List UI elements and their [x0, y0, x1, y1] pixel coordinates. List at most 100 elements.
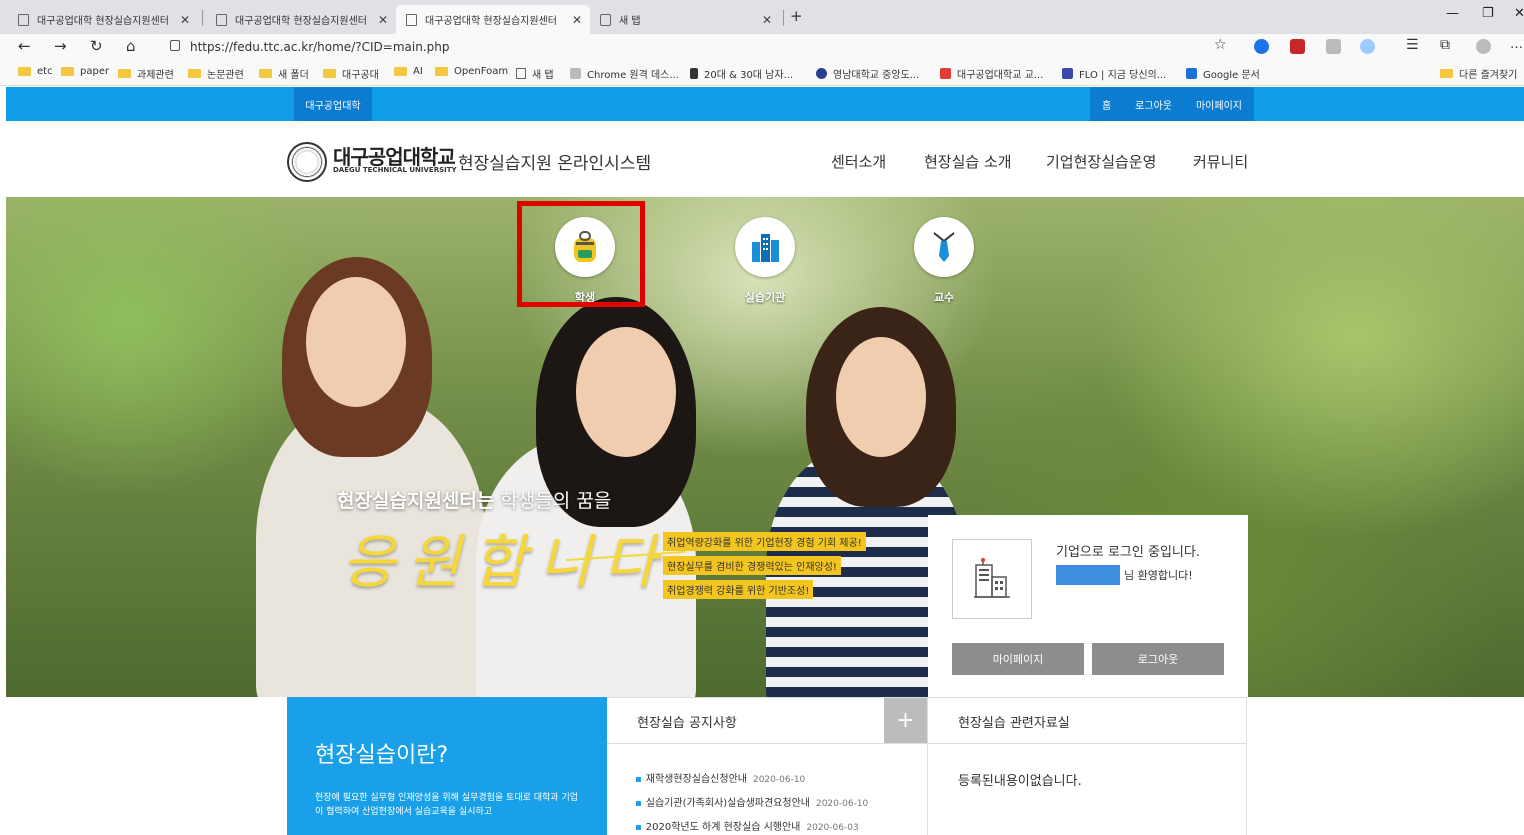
logout-button[interactable]: 로그아웃: [1092, 643, 1224, 675]
folder-icon: [394, 67, 407, 76]
bookmark-item[interactable]: AI: [394, 66, 423, 77]
tab-title: 대구공업대학 현장실습지원센터: [37, 16, 169, 27]
close-icon[interactable]: ✕: [572, 13, 582, 27]
bookmark-item[interactable]: 새 폴더: [259, 66, 309, 81]
browser-tab-active[interactable]: 대구공업대학 현장실습지원센터 ✕: [396, 5, 590, 34]
menu-company-practice[interactable]: 기업현장실습운영: [1046, 151, 1156, 172]
about-practice-panel: 현장실습이란? 현장에 필요한 실무형 인재양성을 위해 실무경험을 토대로 대…: [287, 697, 607, 835]
bookmark-item[interactable]: 20대 & 30대 남자...: [690, 66, 793, 81]
redacted-name: [1056, 565, 1120, 585]
bullet-icon: ▪: [635, 774, 642, 785]
favorite-star-icon[interactable]: ☆: [1214, 37, 1227, 53]
bookmark-label: FLO | 지금 당신의...: [1079, 70, 1167, 81]
bookmark-label: OpenFoam: [454, 66, 509, 77]
bookmark-label: 새 폴더: [278, 70, 309, 81]
browser-tab[interactable]: 새 탭 ✕: [590, 5, 780, 34]
menu-community[interactable]: 커뮤니티: [1193, 151, 1248, 172]
university-seal-icon[interactable]: [287, 142, 327, 182]
home-link[interactable]: 홈: [1102, 97, 1111, 112]
bookmark-label: 영남대학교 중앙도...: [833, 70, 920, 81]
profile-icon[interactable]: [1476, 39, 1491, 54]
bookmark-item[interactable]: Chrome 원격 데스...: [570, 66, 679, 81]
bookmark-label: Google 문서: [1203, 70, 1260, 81]
extension-icon[interactable]: [1254, 39, 1269, 54]
bookmark-item[interactable]: 대구공대: [323, 66, 379, 81]
necktie-icon[interactable]: [914, 217, 974, 277]
folder-icon: [259, 69, 272, 78]
tab-title: 새 탭: [619, 16, 641, 27]
menu-center-intro[interactable]: 센터소개: [831, 151, 886, 172]
bookmark-item[interactable]: paper: [61, 66, 109, 77]
close-window-icon[interactable]: ✕: [1514, 6, 1524, 21]
bookmark-item[interactable]: etc: [18, 66, 53, 77]
close-icon[interactable]: ✕: [180, 13, 190, 27]
university-home-link[interactable]: 대구공업대학: [294, 87, 372, 121]
tab-separator: [783, 10, 784, 26]
other-bookmarks[interactable]: 다른 즐겨찾기: [1440, 66, 1517, 81]
refresh-icon[interactable]: ↻: [90, 37, 103, 55]
archive-empty-message: 등록된내용이없습니다.: [958, 774, 1082, 789]
bookmark-item[interactable]: 논문관련: [188, 66, 244, 81]
notice-item[interactable]: ▪ 재학생현장실습신청안내 2020-06-10: [635, 770, 868, 785]
tab-title: 대구공업대학 현장실습지원센터: [425, 16, 557, 27]
page-icon: [216, 13, 227, 26]
bookmark-label: Chrome 원격 데스...: [587, 70, 679, 81]
notice-item[interactable]: ▪ 2020학년도 하계 현장실습 시행안내 2020-06-03: [635, 818, 868, 833]
role-professor[interactable]: 교수: [914, 217, 974, 305]
favorites-icon[interactable]: ☰: [1406, 37, 1419, 53]
bookmark-item[interactable]: OpenFoam: [435, 66, 508, 77]
bookmark-item[interactable]: 과제관련: [118, 66, 174, 81]
slogan-rest: 학생들의 꿈을: [494, 490, 612, 512]
minimize-icon[interactable]: —: [1446, 6, 1459, 21]
mypage-button[interactable]: 마이페이지: [952, 643, 1084, 675]
notice-item-title: 2020학년도 하계 현장실습 시행안내: [645, 822, 801, 833]
url-field[interactable]: https://fedu.ttc.ac.kr/home/?CID=main.ph…: [190, 40, 449, 54]
bookmark-item[interactable]: Google 문서: [1186, 66, 1260, 81]
forward-icon[interactable]: →: [54, 37, 67, 55]
extension-icon[interactable]: [1290, 39, 1305, 54]
menu-practice-intro[interactable]: 현장실습 소개: [924, 151, 1012, 172]
extension-icon[interactable]: [1360, 39, 1375, 54]
browser-tab[interactable]: 대구공업대학 현장실습지원센터 ✕: [206, 5, 396, 34]
archive-panel: 현장실습 관련자료실 등록된내용이없습니다.: [927, 697, 1247, 835]
site-header: 대구공업대학교 DAEGU TECHNICAL UNIVERSITY 현장실습지…: [6, 121, 1524, 197]
site-top-bar: 대구공업대학 홈 로그아웃 마이페이지: [6, 87, 1524, 121]
collections-icon[interactable]: ⧉: [1440, 37, 1450, 53]
building-icon[interactable]: [735, 217, 795, 277]
restore-icon[interactable]: ❐: [1482, 6, 1494, 21]
close-icon[interactable]: ✕: [762, 13, 772, 27]
bookmarks-bar: etc paper 과제관련 논문관련 새 폴더 대구공대 AI OpenFoa…: [0, 60, 1524, 86]
notice-item[interactable]: ▪ 실습기관(가족회사)실습생파견요청안내 2020-06-10: [635, 794, 868, 809]
bookmark-item[interactable]: 대구공업대학교 교...: [940, 66, 1043, 81]
more-icon[interactable]: …: [1510, 37, 1523, 52]
new-tab-button[interactable]: +: [790, 7, 803, 25]
more-button[interactable]: +: [884, 698, 927, 743]
back-icon[interactable]: ←: [18, 37, 31, 55]
hero-tag: 취업경쟁력 강화를 위한 기반조성!: [663, 580, 814, 599]
home-icon[interactable]: ⌂: [126, 37, 136, 55]
tab-separator: [202, 10, 203, 26]
bookmark-label: 과제관련: [137, 70, 174, 81]
logout-link[interactable]: 로그아웃: [1135, 97, 1172, 112]
bookmark-item[interactable]: 새 탭: [516, 66, 554, 81]
close-icon[interactable]: ✕: [378, 13, 388, 27]
about-title: 현장실습이란?: [315, 743, 449, 768]
notice-item-title: 재학생현장실습신청안내: [645, 774, 747, 785]
bookmark-label: etc: [37, 66, 53, 77]
login-message: 기업으로 로그인 중입니다.: [1056, 545, 1200, 560]
mypage-link[interactable]: 마이페이지: [1196, 97, 1242, 112]
bookmark-item[interactable]: FLO | 지금 당신의...: [1062, 66, 1166, 81]
notice-title[interactable]: 현장실습 공지사항: [637, 712, 737, 731]
bookmark-label: paper: [80, 66, 110, 77]
notice-panel: 현장실습 공지사항 + ▪ 재학생현장실습신청안내 2020-06-10 ▪ 실습기관…: [607, 697, 927, 835]
archive-title[interactable]: 현장실습 관련자료실: [958, 712, 1070, 731]
bookmark-item[interactable]: 영남대학교 중앙도...: [816, 66, 919, 81]
hero-tags: 취업역량강화를 위한 기업현장 경험 기회 제공! 현장실무를 겸비한 경쟁력있…: [663, 532, 866, 604]
bookmark-label: 20대 & 30대 남자...: [704, 70, 794, 81]
browser-tab[interactable]: 대구공업대학 현장실습지원센터 ✕: [8, 5, 198, 34]
extension-icon[interactable]: [1326, 39, 1341, 54]
role-institution[interactable]: 실습기관: [735, 217, 795, 305]
site-icon: [1062, 68, 1073, 79]
page-icon: [516, 68, 526, 79]
page-icon: [18, 13, 29, 26]
